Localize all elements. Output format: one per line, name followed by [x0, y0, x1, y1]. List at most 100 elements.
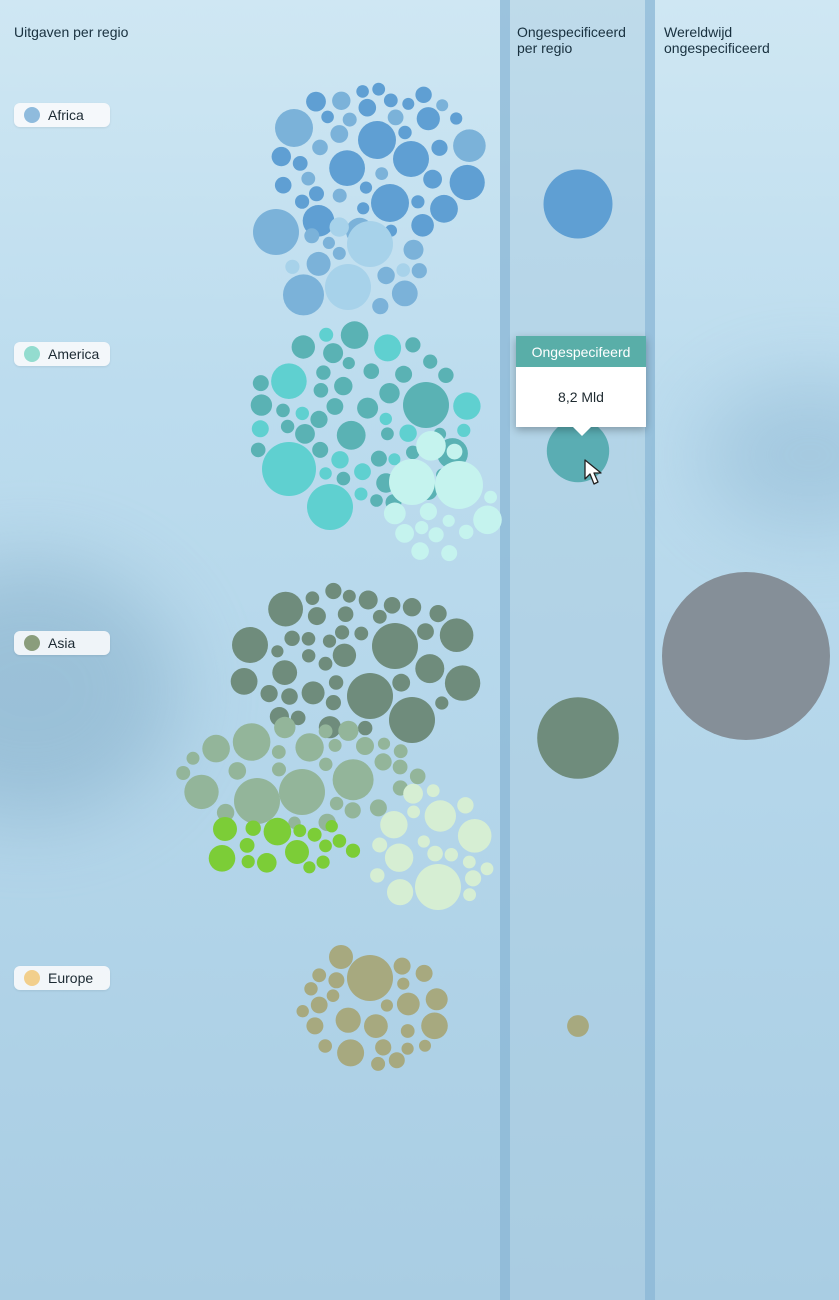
bubble-asia[interactable] — [232, 627, 268, 663]
bubble-europe[interactable] — [400, 1024, 415, 1038]
bubble-africa[interactable] — [375, 167, 389, 181]
bubble-asia[interactable] — [380, 811, 408, 839]
bubble-america[interactable] — [484, 490, 497, 504]
bubble-america[interactable] — [389, 459, 435, 505]
bubble-asia[interactable] — [444, 848, 458, 862]
bubble-africa[interactable] — [322, 236, 335, 249]
bubble-europe[interactable] — [312, 968, 327, 983]
bubble-america[interactable] — [446, 443, 463, 460]
bubble-africa[interactable] — [304, 228, 320, 244]
bubble-asia[interactable] — [319, 839, 332, 853]
bubble-asia[interactable] — [338, 720, 359, 741]
bubble-asia[interactable] — [272, 762, 286, 777]
bubble-europe[interactable] — [337, 1039, 365, 1067]
unspecified-bubble-asia[interactable] — [537, 697, 619, 779]
bubble-africa[interactable] — [449, 164, 485, 201]
bubble-africa[interactable] — [332, 91, 351, 111]
bubble-asia[interactable] — [328, 675, 344, 690]
bubble-asia[interactable] — [372, 837, 388, 853]
bubble-asia[interactable] — [393, 744, 408, 759]
bubble-africa[interactable] — [275, 109, 313, 147]
bubble-europe[interactable] — [347, 955, 393, 1001]
bubble-asia[interactable] — [392, 759, 408, 775]
bubble-africa[interactable] — [306, 251, 331, 276]
bubble-africa[interactable] — [403, 239, 424, 260]
bubble-africa[interactable] — [436, 99, 449, 112]
bubble-asia[interactable] — [463, 888, 476, 902]
bubble-asia[interactable] — [329, 796, 344, 811]
bubble-africa[interactable] — [411, 195, 425, 209]
bubble-asia[interactable] — [332, 834, 347, 848]
bubble-europe[interactable] — [306, 1017, 324, 1035]
bubble-asia[interactable] — [354, 626, 369, 641]
bubble-asia[interactable] — [344, 802, 361, 819]
bubble-asia[interactable] — [186, 751, 200, 765]
bubble-asia[interactable] — [407, 805, 420, 819]
bubble-africa[interactable] — [371, 184, 409, 222]
bubble-asia[interactable] — [322, 634, 337, 648]
bubble-america[interactable] — [334, 376, 353, 396]
bubble-asia[interactable] — [318, 724, 333, 739]
bubble-asia[interactable] — [358, 720, 373, 736]
bubble-africa[interactable] — [391, 280, 418, 307]
bubble-asia[interactable] — [427, 845, 443, 862]
bubble-europe[interactable] — [335, 1007, 361, 1033]
bubble-asia[interactable] — [272, 660, 298, 685]
bubble-asia[interactable] — [228, 762, 247, 780]
bubble-america[interactable] — [381, 427, 394, 441]
bubble-africa[interactable] — [372, 298, 389, 315]
bubble-america[interactable] — [403, 382, 449, 428]
bubble-europe[interactable] — [371, 1056, 386, 1071]
bubble-america[interactable] — [310, 410, 328, 428]
bubble-america[interactable] — [340, 321, 369, 349]
bubble-africa[interactable] — [416, 107, 440, 131]
bubble-africa[interactable] — [357, 202, 370, 215]
bubble-africa[interactable] — [329, 217, 349, 237]
bubble-europe[interactable] — [388, 1052, 405, 1069]
bubble-america[interactable] — [354, 487, 368, 501]
bubble-asia[interactable] — [295, 733, 324, 762]
bubble-asia[interactable] — [281, 688, 298, 705]
bubble-africa[interactable] — [356, 85, 369, 98]
bubble-europe[interactable] — [326, 989, 340, 1002]
bubble-europe[interactable] — [304, 982, 318, 996]
bubble-america[interactable] — [399, 424, 417, 442]
bubble-asia[interactable] — [325, 820, 338, 833]
bubble-europe[interactable] — [425, 988, 448, 1011]
bubble-asia[interactable] — [417, 623, 434, 640]
bubble-africa[interactable] — [453, 129, 486, 162]
bubble-asia[interactable] — [358, 590, 378, 610]
bubble-asia[interactable] — [426, 784, 440, 798]
bubble-america[interactable] — [262, 442, 316, 496]
bubble-asia[interactable] — [316, 855, 330, 869]
bubble-africa[interactable] — [402, 97, 415, 110]
bubble-asia[interactable] — [184, 774, 219, 810]
bubble-america[interactable] — [307, 484, 353, 530]
bubble-asia[interactable] — [325, 695, 341, 711]
bubble-asia[interactable] — [435, 696, 449, 710]
bubble-asia[interactable] — [369, 799, 387, 817]
bubble-africa[interactable] — [309, 186, 324, 202]
bubble-asia[interactable] — [284, 630, 300, 646]
bubble-asia[interactable] — [271, 745, 286, 759]
bubble-asia[interactable] — [301, 632, 316, 646]
bubble-asia[interactable] — [415, 654, 445, 684]
bubble-africa[interactable] — [358, 121, 396, 159]
bubble-africa[interactable] — [292, 156, 308, 171]
bubble-asia[interactable] — [257, 853, 277, 873]
bubble-asia[interactable] — [234, 778, 280, 824]
bubble-asia[interactable] — [332, 643, 357, 667]
bubble-america[interactable] — [313, 383, 329, 398]
bubble-europe[interactable] — [401, 1042, 414, 1055]
bubble-asia[interactable] — [347, 673, 393, 719]
bubble-asia[interactable] — [332, 759, 374, 801]
bubble-asia[interactable] — [263, 817, 292, 846]
bubble-america[interactable] — [395, 365, 413, 383]
bubble-america[interactable] — [342, 357, 355, 370]
bubble-america[interactable] — [370, 494, 383, 507]
bubble-europe[interactable] — [364, 1014, 388, 1038]
bubble-america[interactable] — [295, 424, 315, 444]
bubble-europe[interactable] — [380, 999, 393, 1012]
bubble-asia[interactable] — [403, 783, 423, 804]
worldwide-unspecified-bubble[interactable] — [662, 572, 830, 740]
